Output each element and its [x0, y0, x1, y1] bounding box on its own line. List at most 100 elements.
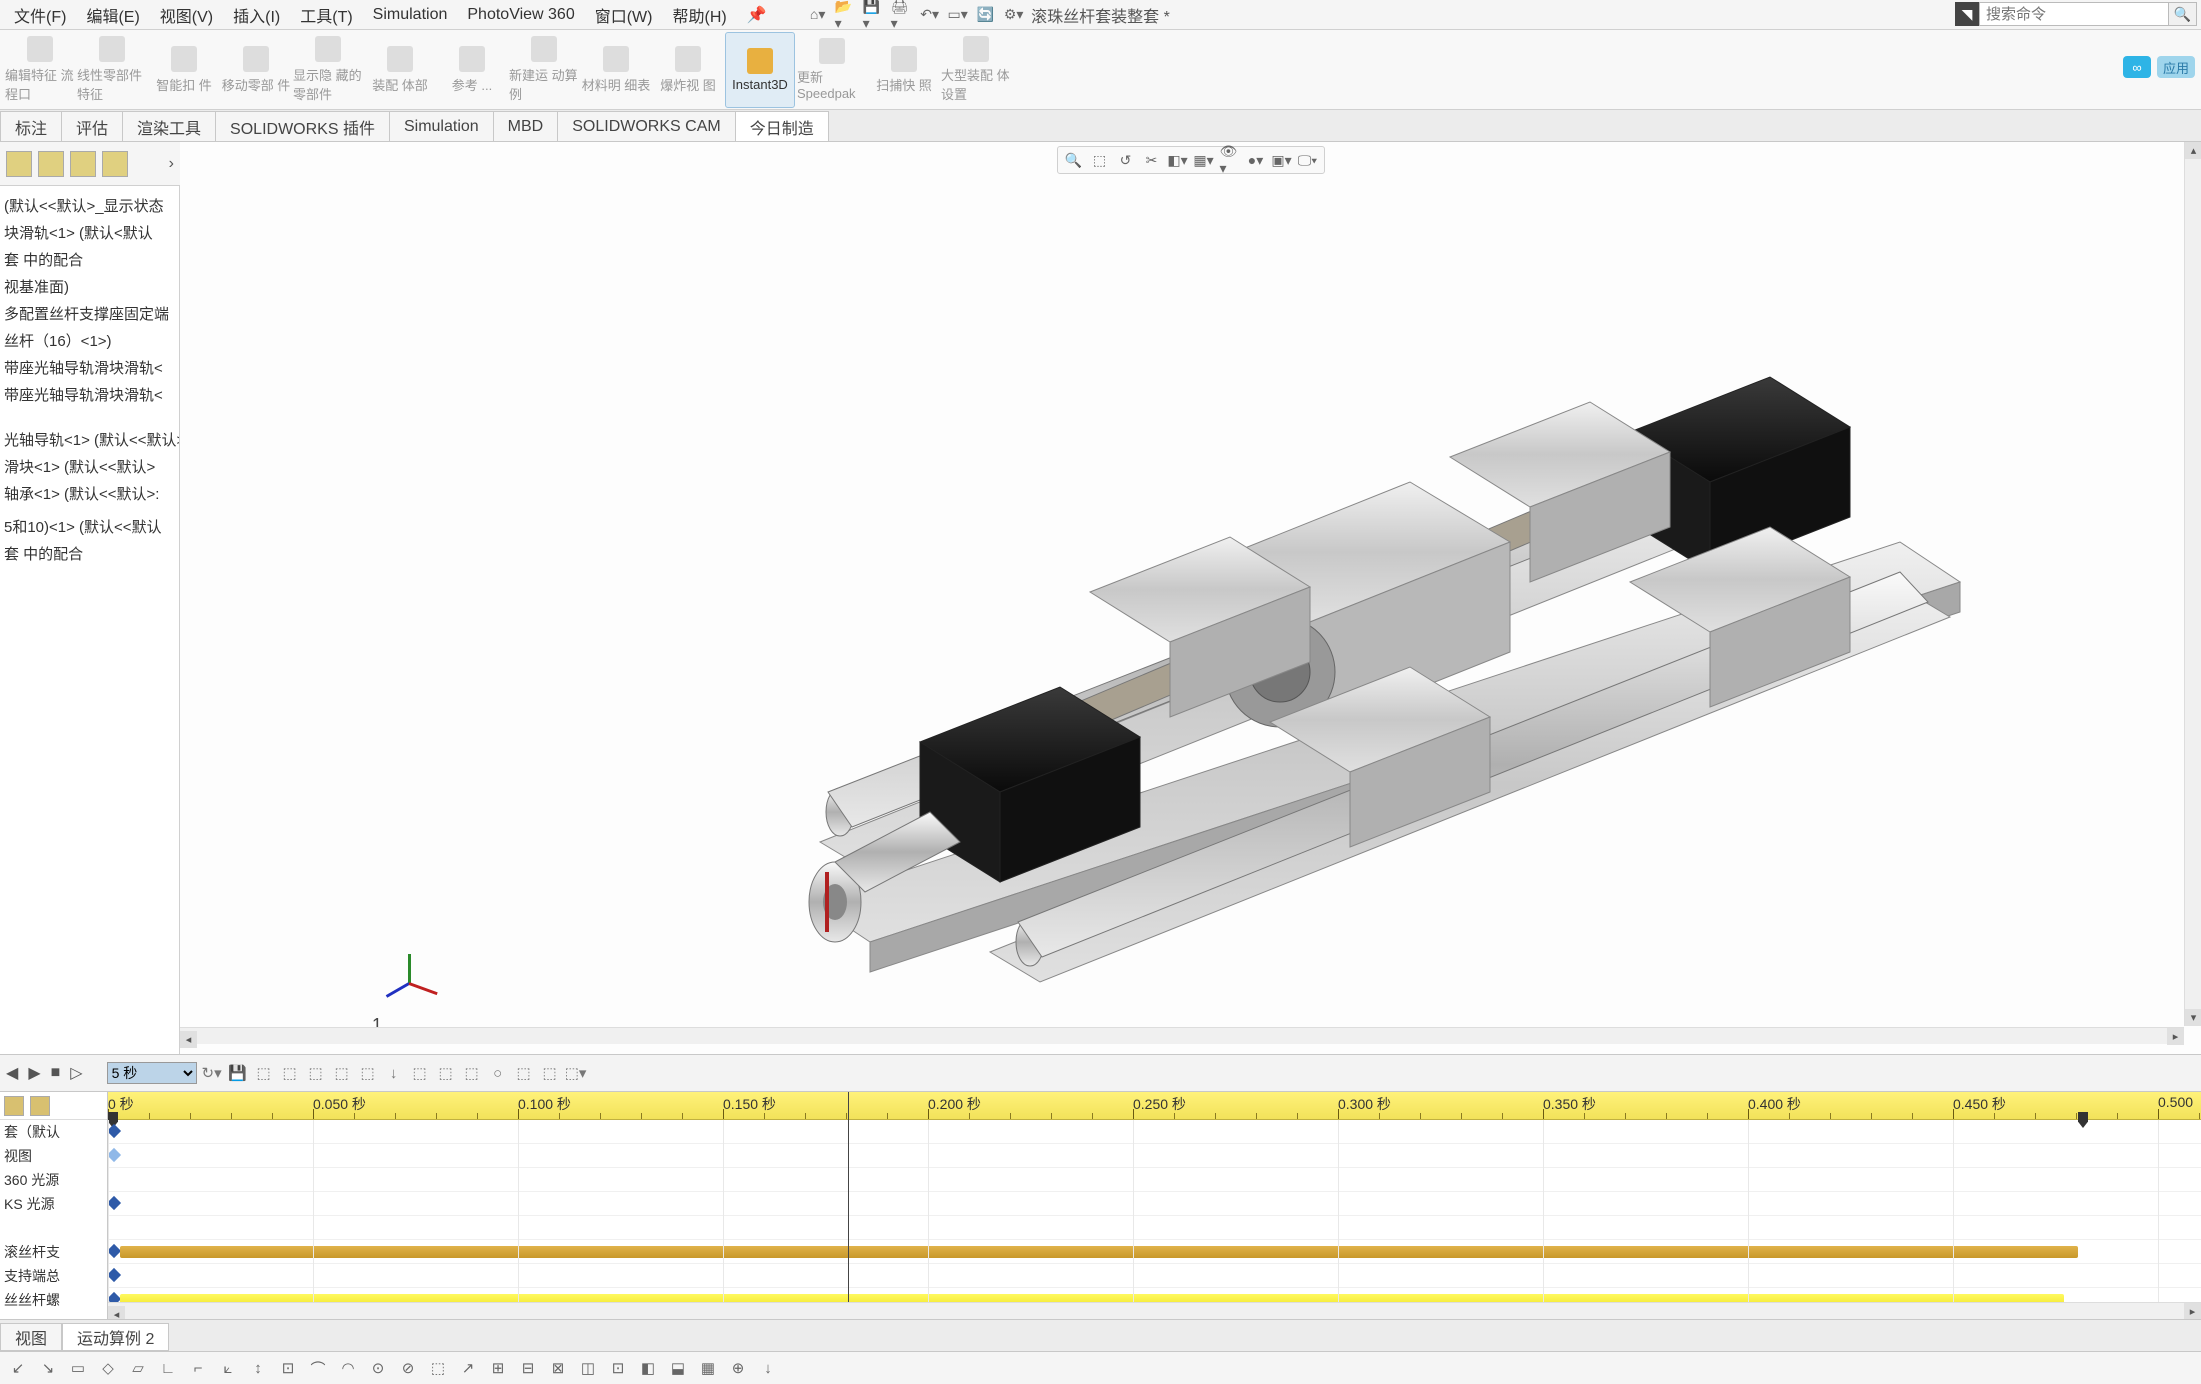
tool-6-icon[interactable]: ↓: [383, 1062, 405, 1084]
fm-tab-1-icon[interactable]: [6, 151, 32, 177]
graphics-viewport[interactable]: 🔍 ⬚ ↺ ✂ ◧▾ ▦▾ 👁▾ ●▾ ▣▾ 🖵▾: [180, 142, 2201, 1054]
bottom-tab-model[interactable]: 视图: [0, 1323, 62, 1351]
tl-row[interactable]: 滚丝杆支: [0, 1240, 107, 1264]
menu-edit[interactable]: 编辑(E): [76, 1, 149, 29]
settings-icon[interactable]: 🖵▾: [1298, 150, 1318, 170]
bt-icon[interactable]: ⊕: [728, 1358, 748, 1378]
tool-11-icon[interactable]: ⬚: [513, 1062, 535, 1084]
search-source-icon[interactable]: ◥: [1955, 2, 1979, 26]
view-triad[interactable]: [380, 944, 440, 1004]
tl-row[interactable]: KS 光源: [0, 1192, 107, 1216]
bt-icon[interactable]: ◫: [578, 1358, 598, 1378]
bt-icon[interactable]: ⬚: [428, 1358, 448, 1378]
cloud-badge-icon[interactable]: ∞: [2123, 56, 2151, 78]
ribbon-smart-fastener[interactable]: 智能扣 件: [149, 32, 219, 108]
ribbon-assembly[interactable]: 装配 体部: [365, 32, 435, 108]
tab-evaluate[interactable]: 评估: [61, 111, 123, 141]
play-icon[interactable]: ▷: [70, 1063, 82, 1083]
fm-tab-3-icon[interactable]: [70, 151, 96, 177]
viewport-vscroll[interactable]: ▴ ▾: [2184, 142, 2201, 1026]
bt-icon[interactable]: ⬓: [668, 1358, 688, 1378]
tab-annotation[interactable]: 标注: [0, 111, 62, 141]
menu-view[interactable]: 视图(V): [150, 1, 223, 29]
tl-row[interactable]: [0, 1216, 107, 1240]
tree-node[interactable]: 轴承<1> (默认<<默认>:: [0, 480, 179, 507]
search-input[interactable]: [1979, 2, 2169, 26]
tree-node[interactable]: 套 中的配合: [0, 540, 179, 567]
bt-icon[interactable]: ▱: [128, 1358, 148, 1378]
tl-row[interactable]: 套（默认: [0, 1120, 107, 1144]
section-icon[interactable]: ✂: [1142, 150, 1162, 170]
tl-row[interactable]: 360 光源: [0, 1168, 107, 1192]
bt-icon[interactable]: ▦: [698, 1358, 718, 1378]
bt-icon[interactable]: ▭: [68, 1358, 88, 1378]
bt-icon[interactable]: ⊡: [278, 1358, 298, 1378]
tool-13-icon[interactable]: ⬚▾: [565, 1062, 587, 1084]
tab-cam[interactable]: SOLIDWORKS CAM: [557, 111, 735, 141]
print-icon[interactable]: 🖨▾: [891, 4, 913, 26]
fm-expand-icon[interactable]: ›: [169, 155, 174, 173]
display-style-icon[interactable]: ▦▾: [1194, 150, 1214, 170]
tab-mbd[interactable]: MBD: [493, 111, 559, 141]
loop-icon[interactable]: ↻▾: [201, 1062, 223, 1084]
timeline-tree[interactable]: 套（默认 视图 360 光源 KS 光源 滚丝杆支 支持端总 丝丝杆螺: [0, 1092, 108, 1319]
fm-tab-4-icon[interactable]: [102, 151, 128, 177]
tree-node[interactable]: 带座光轴导轨滑块滑轨<: [0, 354, 179, 381]
ribbon-bom[interactable]: 材料明 细表: [581, 32, 651, 108]
tl-filter-2-icon[interactable]: [30, 1096, 50, 1116]
scroll-right-icon[interactable]: ▸: [2167, 1028, 2184, 1045]
prev-view-icon[interactable]: ↺: [1116, 150, 1136, 170]
ribbon-speedpak[interactable]: 更新 Speedpak: [797, 32, 867, 108]
zoom-area-icon[interactable]: ⬚: [1090, 150, 1110, 170]
tab-addins[interactable]: SOLIDWORKS 插件: [215, 111, 390, 141]
bt-icon[interactable]: ⟀: [218, 1358, 238, 1378]
tool-4-icon[interactable]: ⬚: [331, 1062, 353, 1084]
tl-row[interactable]: 视图: [0, 1144, 107, 1168]
bt-icon[interactable]: ◧: [638, 1358, 658, 1378]
save-icon[interactable]: 💾▾: [863, 4, 885, 26]
tool-10-icon[interactable]: ○: [487, 1062, 509, 1084]
ribbon-reference[interactable]: 参考 ...: [437, 32, 507, 108]
tool-1-icon[interactable]: ⬚: [253, 1062, 275, 1084]
ribbon-move-component[interactable]: 移动零部 件: [221, 32, 291, 108]
bt-icon[interactable]: ↕: [248, 1358, 268, 1378]
tree-node[interactable]: 多配置丝杆支撑座固定端: [0, 300, 179, 327]
bt-icon[interactable]: ↗: [458, 1358, 478, 1378]
menu-simulation[interactable]: Simulation: [363, 1, 458, 29]
ribbon-snapshot[interactable]: 扫捕快 照: [869, 32, 939, 108]
tree-node[interactable]: 套 中的配合: [0, 246, 179, 273]
bt-icon[interactable]: ⊘: [398, 1358, 418, 1378]
time-select[interactable]: 5 秒: [107, 1062, 197, 1084]
tree-node[interactable]: 视基准面): [0, 273, 179, 300]
tab-render[interactable]: 渲染工具: [122, 111, 216, 141]
menu-insert[interactable]: 插入(I): [223, 1, 290, 29]
tree-node[interactable]: 光轴导轨<1> (默认<<默认>: [0, 426, 179, 453]
view-orient-icon[interactable]: ◧▾: [1168, 150, 1188, 170]
bt-icon[interactable]: ⊞: [488, 1358, 508, 1378]
options-icon[interactable]: ⚙▾: [1003, 4, 1025, 26]
tl-row[interactable]: 丝丝杆螺: [0, 1288, 107, 1312]
bt-icon[interactable]: ↙: [8, 1358, 28, 1378]
scroll-down-icon[interactable]: ▾: [2185, 1009, 2201, 1026]
select-icon[interactable]: ▭▾: [947, 4, 969, 26]
timeline-body[interactable]: 0 秒0.050 秒0.100 秒0.150 秒0.200 秒0.250 秒0.…: [108, 1092, 2201, 1319]
menu-pin-icon[interactable]: 📌: [737, 1, 777, 29]
menu-file[interactable]: 文件(F): [4, 1, 76, 29]
tree-node[interactable]: 丝杆（16）<1>): [0, 327, 179, 354]
bt-icon[interactable]: ↘: [38, 1358, 58, 1378]
viewport-hscroll[interactable]: ◂ ▸: [180, 1027, 2184, 1044]
tl-row[interactable]: 支持端总: [0, 1264, 107, 1288]
hide-show-icon[interactable]: 👁▾: [1220, 150, 1240, 170]
tl-filter-1-icon[interactable]: [4, 1096, 24, 1116]
bt-icon[interactable]: ◠: [338, 1358, 358, 1378]
bt-icon[interactable]: ⊡: [608, 1358, 628, 1378]
bt-icon[interactable]: ∟: [158, 1358, 178, 1378]
tool-9-icon[interactable]: ⬚: [461, 1062, 483, 1084]
tab-today[interactable]: 今日制造: [735, 111, 829, 141]
scene-icon[interactable]: ▣▾: [1272, 150, 1292, 170]
bt-icon[interactable]: ◇: [98, 1358, 118, 1378]
bt-icon[interactable]: ⌒: [308, 1358, 328, 1378]
tool-5-icon[interactable]: ⬚: [357, 1062, 379, 1084]
ribbon-edit-feature[interactable]: 编辑特征 流程口: [5, 32, 75, 108]
apply-badge[interactable]: 应用: [2157, 56, 2195, 78]
